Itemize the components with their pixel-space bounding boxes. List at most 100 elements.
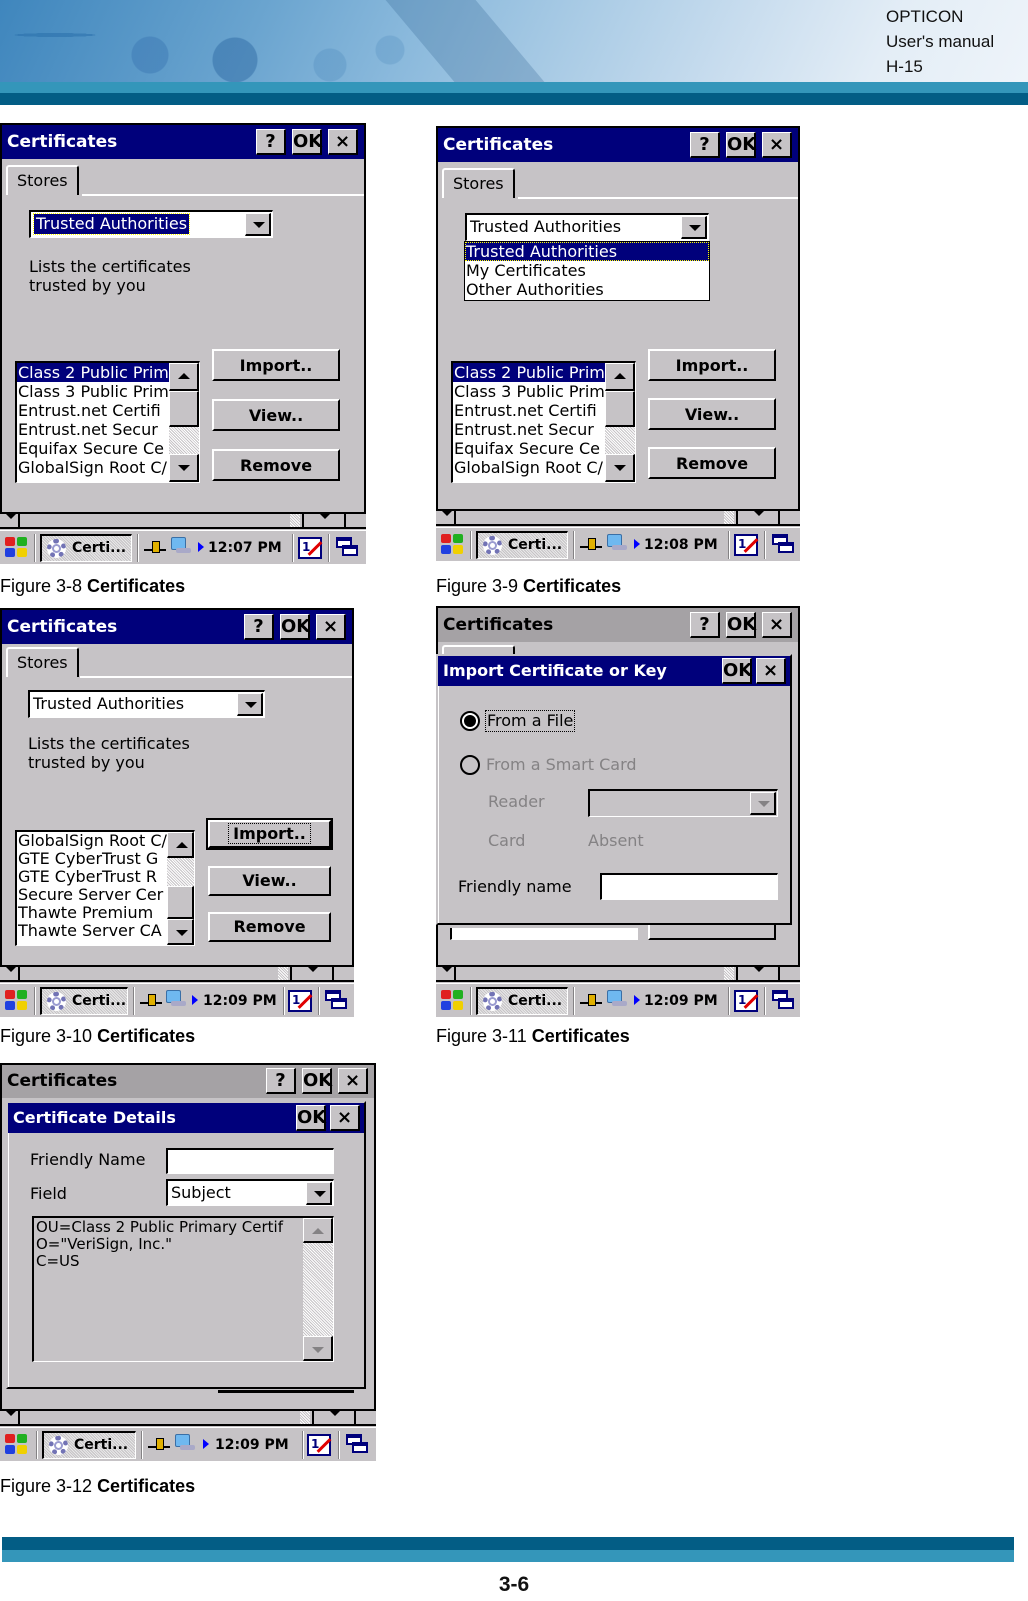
connection-icon[interactable]: [174, 1434, 196, 1452]
scroll-left-icon[interactable]: [0, 967, 20, 980]
chevron-down-icon[interactable]: [750, 792, 776, 815]
scroll-right-icon[interactable]: [724, 967, 780, 980]
help-button[interactable]: ?: [256, 129, 286, 155]
taskbar-task-certificates[interactable]: Certi...: [40, 534, 132, 562]
help-button[interactable]: ?: [690, 612, 720, 638]
dialog-ok-button[interactable]: OK: [722, 658, 752, 684]
scroll-up-arrow-icon[interactable]: [169, 363, 199, 391]
tab-stores[interactable]: Stores: [442, 168, 515, 198]
view-button[interactable]: View..: [648, 398, 776, 430]
scroll-down-arrow-icon[interactable]: [169, 454, 199, 482]
switch-windows-icon[interactable]: [346, 1434, 370, 1456]
scroll-left-icon[interactable]: [436, 511, 456, 524]
help-button[interactable]: ?: [690, 132, 720, 158]
close-button[interactable]: ×: [316, 614, 346, 640]
radio-from-file[interactable]: [460, 711, 480, 731]
windows-start-icon[interactable]: [5, 990, 29, 1012]
scroll-left-icon[interactable]: [0, 514, 20, 527]
radio-from-smart-card[interactable]: [460, 755, 480, 775]
dropdown-option[interactable]: Other Authorities: [465, 280, 709, 299]
from-smart-card-label[interactable]: From a Smart Card: [486, 755, 637, 775]
scroll-right-icon[interactable]: [278, 967, 334, 980]
switch-windows-icon[interactable]: [325, 990, 349, 1012]
connection-icon[interactable]: [606, 990, 628, 1008]
network-icon[interactable]: [580, 536, 602, 552]
clock[interactable]: 12:07 PM: [208, 534, 282, 562]
taskbar-task-certificates[interactable]: Certi...: [476, 987, 568, 1015]
windows-start-icon[interactable]: [441, 990, 465, 1012]
remove-button[interactable]: Remove: [648, 447, 776, 479]
store-combo[interactable]: Trusted Authorities: [28, 690, 265, 718]
ok-button[interactable]: OK: [726, 612, 756, 638]
ok-button[interactable]: OK: [726, 132, 756, 158]
certificate-list[interactable]: Class 2 Public Prim Class 3 Public Prim …: [15, 361, 200, 483]
input-panel-icon[interactable]: 1: [298, 537, 322, 559]
expand-tray-icon[interactable]: [203, 1439, 209, 1449]
dialog-close-button[interactable]: ×: [756, 658, 786, 684]
horizontal-scrollbar[interactable]: [436, 965, 800, 982]
view-button[interactable]: View..: [212, 399, 340, 431]
reader-combo[interactable]: [588, 789, 778, 817]
import-button[interactable]: Import..: [206, 818, 333, 850]
input-panel-icon[interactable]: 1: [734, 990, 758, 1012]
scroll-down-arrow-icon[interactable]: [605, 454, 635, 482]
dropdown-option[interactable]: Trusted Authorities: [465, 242, 709, 261]
close-button[interactable]: ×: [762, 612, 792, 638]
remove-button[interactable]: Remove: [212, 449, 340, 481]
scroll-down-arrow-icon[interactable]: [167, 919, 194, 945]
switch-windows-icon[interactable]: [772, 534, 796, 556]
network-icon[interactable]: [144, 539, 166, 555]
chevron-down-icon[interactable]: [237, 693, 263, 716]
clock[interactable]: 12:09 PM: [215, 1431, 289, 1459]
scroll-up-arrow-icon[interactable]: [303, 1218, 333, 1243]
network-icon[interactable]: [148, 1436, 170, 1452]
scroll-right-icon[interactable]: [290, 514, 346, 527]
help-button[interactable]: ?: [266, 1068, 296, 1094]
connection-icon[interactable]: [606, 534, 628, 552]
switch-windows-icon[interactable]: [336, 537, 360, 559]
friendly-name-input[interactable]: [166, 1148, 334, 1174]
list-scrollbar[interactable]: [169, 363, 199, 482]
scroll-up-arrow-icon[interactable]: [605, 363, 635, 391]
close-button[interactable]: ×: [762, 132, 792, 158]
expand-tray-icon[interactable]: [198, 542, 204, 552]
scroll-thumb[interactable]: [605, 391, 635, 427]
details-scrollbar[interactable]: [303, 1218, 333, 1361]
chevron-down-icon[interactable]: [245, 213, 271, 236]
close-button[interactable]: ×: [338, 1068, 368, 1094]
horizontal-scrollbar[interactable]: [436, 509, 800, 526]
windows-start-icon[interactable]: [441, 534, 465, 556]
input-panel-icon[interactable]: 1: [307, 1434, 331, 1456]
connection-icon[interactable]: [165, 990, 187, 1008]
dialog-ok-button[interactable]: OK: [296, 1105, 326, 1131]
dialog-close-button[interactable]: ×: [330, 1105, 360, 1131]
list-scrollbar[interactable]: [167, 832, 194, 945]
clock[interactable]: 12:09 PM: [203, 987, 277, 1015]
clock[interactable]: 12:08 PM: [644, 531, 718, 559]
chevron-down-icon[interactable]: [681, 216, 707, 239]
horizontal-scrollbar[interactable]: [0, 965, 354, 982]
remove-button[interactable]: Remove: [208, 912, 331, 942]
store-dropdown-list[interactable]: Trusted Authorities My Certificates Othe…: [464, 241, 710, 301]
import-button[interactable]: Import..: [212, 349, 340, 381]
windows-start-icon[interactable]: [5, 537, 29, 559]
clock[interactable]: 12:09 PM: [644, 987, 718, 1015]
scroll-left-icon[interactable]: [0, 1411, 20, 1424]
ok-button[interactable]: OK: [280, 614, 310, 640]
import-button[interactable]: Import..: [648, 349, 776, 381]
scroll-up-arrow-icon[interactable]: [167, 832, 194, 858]
friendly-name-input[interactable]: [600, 873, 778, 900]
network-icon[interactable]: [580, 992, 602, 1008]
input-panel-icon[interactable]: 1: [734, 534, 758, 556]
chevron-down-icon[interactable]: [306, 1182, 332, 1205]
switch-windows-icon[interactable]: [772, 990, 796, 1012]
expand-tray-icon[interactable]: [634, 539, 640, 549]
tab-stores[interactable]: Stores: [6, 165, 79, 195]
scroll-thumb[interactable]: [167, 886, 194, 919]
expand-tray-icon[interactable]: [192, 995, 198, 1005]
from-file-label[interactable]: From a File: [484, 710, 576, 732]
details-text-area[interactable]: OU=Class 2 Public Primary Certif O="Veri…: [32, 1216, 334, 1362]
expand-tray-icon[interactable]: [634, 995, 640, 1005]
store-combo[interactable]: Trusted Authorities: [29, 210, 273, 238]
help-button[interactable]: ?: [244, 614, 274, 640]
